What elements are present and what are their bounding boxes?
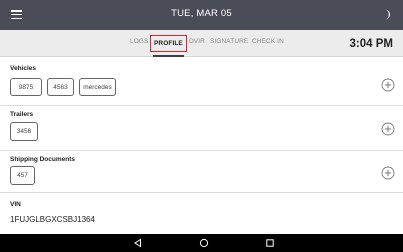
shipping-documents-section: Shipping Documents 457 [0, 151, 403, 193]
tab-check-in[interactable]: CHECK IN [252, 38, 284, 45]
vehicle-chip-label: 4563 [53, 83, 68, 91]
vehicles-title: Vehicles [10, 65, 37, 72]
tab-signature[interactable]: SIGNATURE [210, 38, 248, 45]
trailers-section: Trailers 3456 [0, 106, 403, 151]
tab-profile[interactable]: PROFILE [150, 35, 187, 52]
vehicle-chip-label: mercedes [83, 83, 112, 91]
back-icon[interactable] [133, 238, 143, 248]
tab-bar: LOGS PROFILE DVIR SIGNATURE CHECK IN 3:0… [0, 30, 403, 57]
vehicle-chip[interactable]: 4563 [47, 78, 74, 96]
vin-value: 1FUJGLBGXCSBJ1364 [10, 215, 95, 224]
top-bar: TUE, MAR 05 [0, 0, 403, 30]
vehicle-chip[interactable]: mercedes [79, 78, 116, 96]
add-vehicle-plus-icon[interactable] [381, 78, 395, 92]
vin-title: VIN [10, 201, 21, 208]
shipping-document-chip-label: 457 [17, 172, 28, 179]
add-trailer-plus-icon[interactable] [381, 122, 395, 136]
app-root: TUE, MAR 05 LOGS PROFILE DVIR SIGNATURE … [0, 0, 403, 252]
trailer-chip[interactable]: 3456 [10, 122, 38, 141]
current-time: 3:04 PM [349, 38, 393, 50]
vehicles-section: Vehicles 9875 4563 mercedes [0, 57, 403, 106]
vehicle-chip-label: 9875 [18, 83, 34, 91]
shipping-documents-title: Shipping Documents [10, 156, 75, 163]
tab-logs[interactable]: LOGS [130, 38, 148, 45]
recent-apps-icon[interactable] [265, 238, 275, 248]
tab-dvir[interactable]: DVIR [189, 38, 205, 45]
current-date: TUE, MAR 05 [171, 8, 232, 19]
home-icon[interactable] [199, 238, 209, 248]
trailer-chip-label: 3456 [16, 128, 32, 135]
trailers-title: Trailers [10, 111, 34, 118]
system-navigation-bar [0, 234, 403, 252]
vehicle-chip[interactable]: 9875 [10, 78, 42, 96]
add-shipping-document-plus-icon[interactable] [381, 166, 395, 180]
night-mode-moon-icon[interactable] [382, 9, 392, 20]
shipping-document-chip[interactable]: 457 [10, 166, 35, 185]
